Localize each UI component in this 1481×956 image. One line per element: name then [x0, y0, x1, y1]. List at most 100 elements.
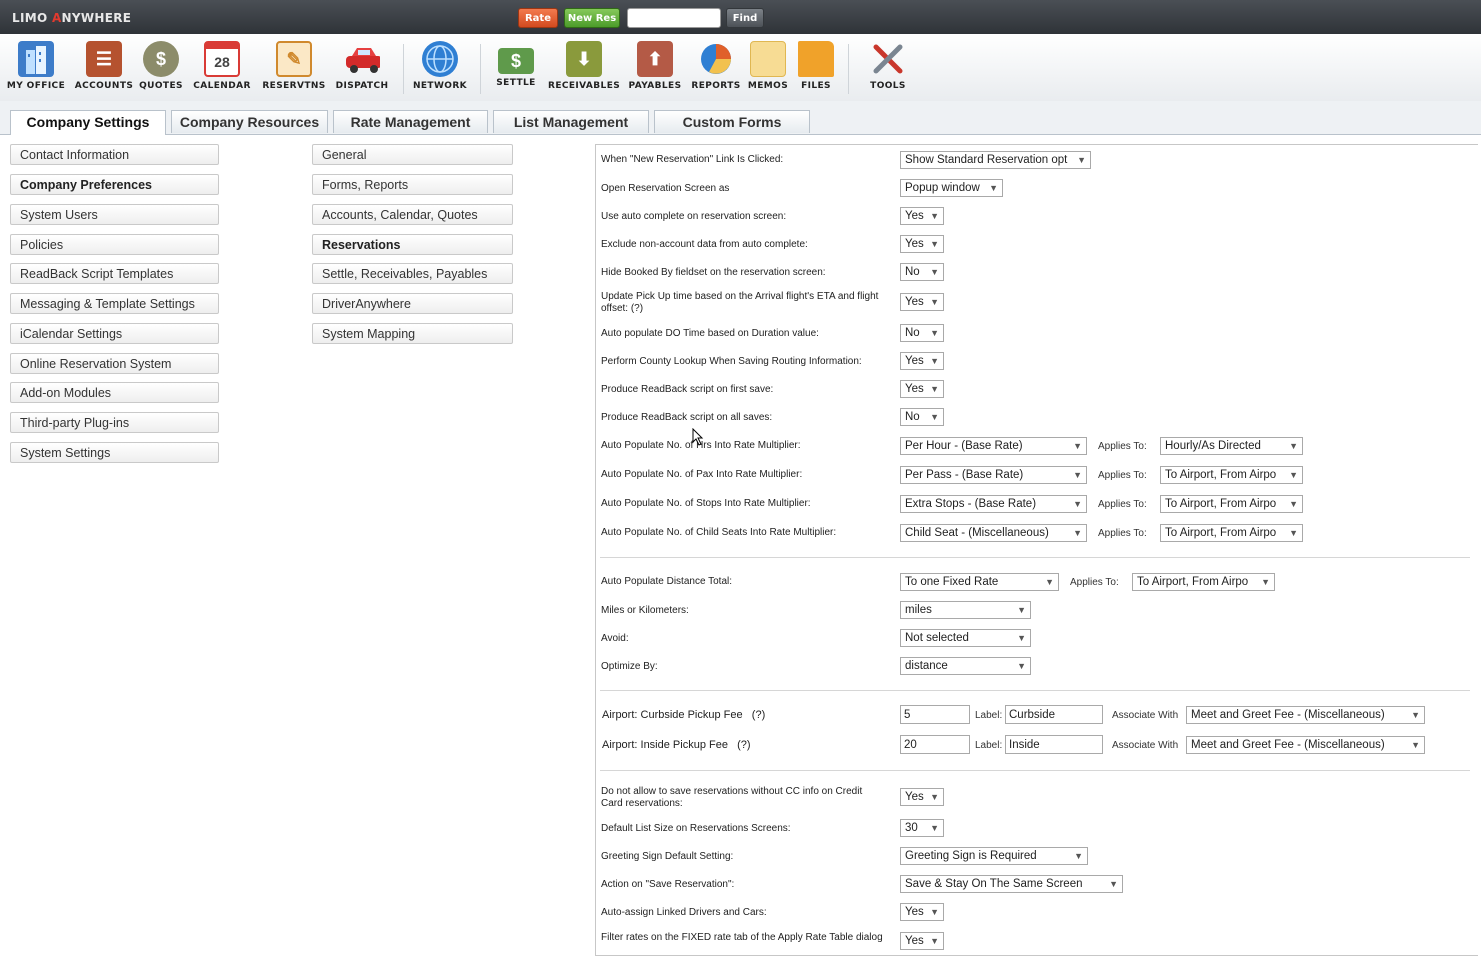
- toolbar-files[interactable]: FILES: [794, 38, 838, 98]
- nav-system-users[interactable]: System Users: [10, 204, 219, 225]
- distance-total-select[interactable]: To one Fixed Rate ▼: [900, 573, 1059, 591]
- subnav-settle-receivables-payables[interactable]: Settle, Receivables, Payables: [312, 263, 513, 284]
- subnav-forms-reports[interactable]: Forms, Reports: [312, 174, 513, 195]
- pax-applies-select[interactable]: To Airport, From Airpo ▼: [1160, 466, 1303, 484]
- chevron-down-icon: ▼: [1077, 155, 1086, 165]
- section-divider: [600, 557, 1470, 558]
- auto-do-time-label: Auto populate DO Time based on Duration …: [601, 328, 819, 339]
- open-screen-select[interactable]: Popup window ▼: [900, 179, 1003, 197]
- avoid-select[interactable]: Not selected ▼: [900, 629, 1031, 647]
- tab-custom-forms[interactable]: Custom Forms: [654, 110, 810, 133]
- curbside-associate-select[interactable]: Meet and Greet Fee - (Miscellaneous) ▼: [1186, 706, 1425, 724]
- memo-icon: [750, 41, 786, 77]
- toolbar-payables[interactable]: ⬆ PAYABLES: [626, 38, 684, 98]
- chevron-down-icon: ▼: [1045, 577, 1054, 587]
- subnav-driveranywhere[interactable]: DriverAnywhere: [312, 293, 513, 314]
- find-button[interactable]: Find: [726, 8, 764, 28]
- tab-list-management[interactable]: List Management: [493, 110, 649, 133]
- filter-rates-select[interactable]: Yes ▼: [900, 932, 944, 950]
- chevron-down-icon: ▼: [1074, 851, 1083, 861]
- distance-applies-select[interactable]: To Airport, From Airpo ▼: [1132, 573, 1275, 591]
- calendar-icon: 28: [204, 41, 240, 77]
- chevron-down-icon: ▼: [930, 936, 939, 946]
- auto-assign-select[interactable]: Yes ▼: [900, 903, 944, 921]
- nav-system-settings[interactable]: System Settings: [10, 442, 219, 463]
- toolbar-accounts[interactable]: ☰ ACCOUNTS: [74, 38, 134, 98]
- nav-icalendar-settings[interactable]: iCalendar Settings: [10, 323, 219, 344]
- optimize-select[interactable]: distance ▼: [900, 657, 1031, 675]
- tab-rate-management[interactable]: Rate Management: [333, 110, 488, 133]
- toolbar-reservations[interactable]: ✎ RESERVTNS: [260, 38, 328, 98]
- pie-chart-icon: [698, 41, 734, 77]
- nav-company-preferences[interactable]: Company Preferences: [10, 174, 219, 195]
- greeting-sign-select[interactable]: Greeting Sign is Required ▼: [900, 847, 1088, 865]
- toolbar-calendar[interactable]: 28 CALENDAR: [190, 38, 254, 98]
- inside-fee-input[interactable]: 20: [900, 735, 970, 754]
- nav-add-on-modules[interactable]: Add-on Modules: [10, 382, 219, 403]
- miles-km-select[interactable]: miles ▼: [900, 601, 1031, 619]
- list-size-select[interactable]: 30 ▼: [900, 819, 944, 837]
- subnav-system-mapping[interactable]: System Mapping: [312, 323, 513, 344]
- toolbar-my-office[interactable]: MY OFFICE: [4, 38, 68, 98]
- nav-readback-script-templates[interactable]: ReadBack Script Templates: [10, 263, 219, 284]
- new-res-button[interactable]: New Res: [564, 8, 620, 28]
- miles-km-label: Miles or Kilometers:: [601, 605, 689, 616]
- subnav-accounts-calendar-quotes[interactable]: Accounts, Calendar, Quotes: [312, 204, 513, 225]
- hide-booked-label: Hide Booked By fieldset on the reservati…: [601, 267, 826, 278]
- find-input[interactable]: [627, 8, 721, 28]
- curbside-label-input[interactable]: Curbside: [1005, 705, 1103, 724]
- toolbar-settle[interactable]: $ SETTLE: [490, 38, 542, 98]
- help-icon[interactable]: (?): [752, 709, 765, 721]
- seats-multiplier-select[interactable]: Child Seat - (Miscellaneous) ▼: [900, 524, 1087, 542]
- toolbar-dispatch[interactable]: DISPATCH: [332, 38, 392, 98]
- subnav-reservations[interactable]: Reservations: [312, 234, 513, 255]
- autocomplete-label: Use auto complete on reservation screen:: [601, 211, 787, 222]
- toolbar-separator: [480, 44, 481, 94]
- no-cc-select[interactable]: Yes ▼: [900, 788, 944, 806]
- toolbar-network[interactable]: NETWORK: [410, 38, 470, 98]
- chevron-down-icon: ▼: [930, 823, 939, 833]
- nav-third-party-plugins[interactable]: Third-party Plug-ins: [10, 412, 219, 433]
- inside-label-input[interactable]: Inside: [1005, 735, 1103, 754]
- auto-do-time-select[interactable]: No ▼: [900, 324, 944, 342]
- inside-associate-select[interactable]: Meet and Greet Fee - (Miscellaneous) ▼: [1186, 736, 1425, 754]
- pax-multiplier-label: Auto Populate No. of Pax Into Rate Multi…: [601, 469, 803, 480]
- nav-policies[interactable]: Policies: [10, 234, 219, 255]
- county-lookup-select[interactable]: Yes ▼: [900, 352, 944, 370]
- save-action-select[interactable]: Save & Stay On The Same Screen ▼: [900, 875, 1123, 893]
- seats-multiplier-label: Auto Populate No. of Child Seats Into Ra…: [601, 527, 837, 538]
- rate-button[interactable]: Rate: [518, 8, 558, 28]
- toolbar-memos[interactable]: MEMOS: [746, 38, 790, 98]
- new-res-link-label: When "New Reservation" Link Is Clicked:: [601, 154, 784, 165]
- pax-multiplier-select[interactable]: Per Pass - (Base Rate) ▼: [900, 466, 1087, 484]
- nav-online-reservation-system[interactable]: Online Reservation System: [10, 353, 219, 374]
- chevron-down-icon: ▼: [1289, 528, 1298, 538]
- help-icon[interactable]: (?): [737, 739, 750, 751]
- curbside-fee-input[interactable]: 5: [900, 705, 970, 724]
- toolbar-receivables[interactable]: ⬇ RECEIVABLES: [548, 38, 620, 98]
- readback-first-select[interactable]: Yes ▼: [900, 380, 944, 398]
- toolbar-quotes[interactable]: $ QUOTES: [136, 38, 186, 98]
- readback-all-label: Produce ReadBack script on all saves:: [601, 412, 773, 423]
- toolbar-reports[interactable]: REPORTS: [690, 38, 742, 98]
- avoid-label: Avoid:: [601, 633, 629, 644]
- toolbar-tools[interactable]: TOOLS: [862, 38, 914, 98]
- readback-all-select[interactable]: No ▼: [900, 408, 944, 426]
- tab-company-resources[interactable]: Company Resources: [171, 110, 328, 133]
- new-res-link-select[interactable]: Show Standard Reservation opt ▼: [900, 151, 1091, 169]
- nav-contact-information[interactable]: Contact Information: [10, 144, 219, 165]
- stops-multiplier-select[interactable]: Extra Stops - (Base Rate) ▼: [900, 495, 1087, 513]
- update-pickup-select[interactable]: Yes ▼: [900, 293, 944, 311]
- autocomplete-select[interactable]: Yes ▼: [900, 207, 944, 225]
- hide-booked-select[interactable]: No ▼: [900, 263, 944, 281]
- exclude-nonaccount-select[interactable]: Yes ▼: [900, 235, 944, 253]
- building-icon: [18, 41, 54, 77]
- tab-company-settings[interactable]: Company Settings: [10, 110, 166, 135]
- subnav-general[interactable]: General: [312, 144, 513, 165]
- hrs-applies-select[interactable]: Hourly/As Directed ▼: [1160, 437, 1303, 455]
- stops-applies-select[interactable]: To Airport, From Airpo ▼: [1160, 495, 1303, 513]
- hrs-multiplier-select[interactable]: Per Hour - (Base Rate) ▼: [900, 437, 1087, 455]
- toolbar-label: RESERVTNS: [262, 81, 326, 91]
- nav-messaging-template-settings[interactable]: Messaging & Template Settings: [10, 293, 219, 314]
- seats-applies-select[interactable]: To Airport, From Airpo ▼: [1160, 524, 1303, 542]
